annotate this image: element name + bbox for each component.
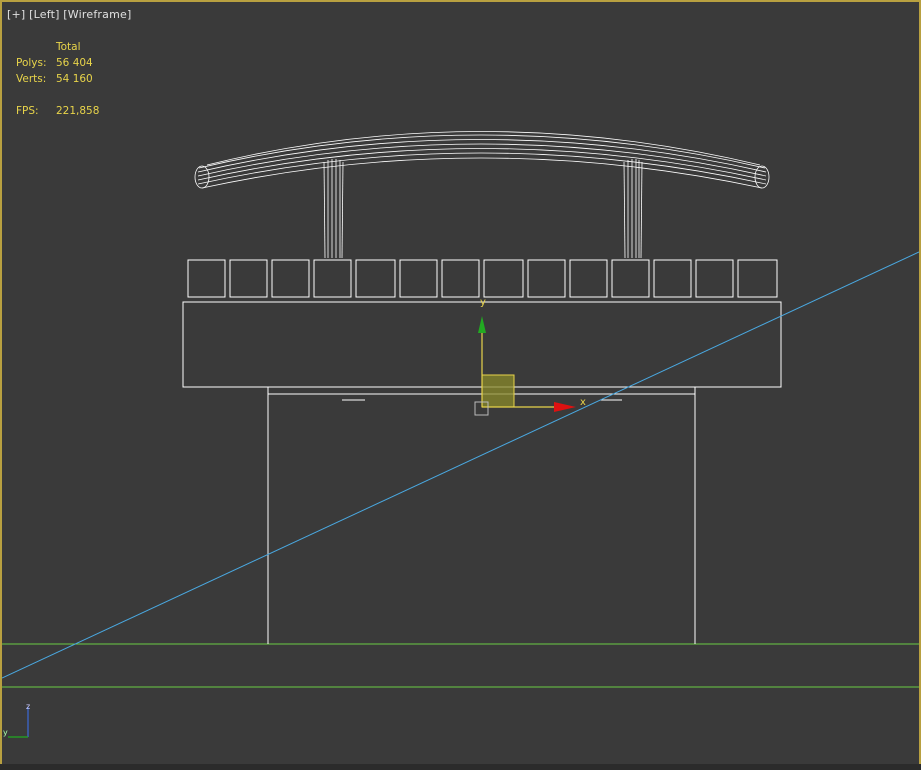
transform-gizmo[interactable]: y x — [474, 297, 586, 416]
gizmo-x-arrow[interactable] — [554, 402, 576, 412]
gizmo-x-label: x — [580, 397, 586, 408]
viewport-left[interactable]: [+] [Left] [Wireframe] Total Polys: 56 40… — [0, 0, 921, 770]
box-row[interactable] — [187, 259, 778, 298]
camera-target-line[interactable] — [2, 251, 919, 679]
handle-bar-wireframe[interactable] — [194, 131, 770, 189]
handle-post-right[interactable] — [623, 159, 643, 259]
base-body[interactable] — [267, 387, 696, 644]
tripod-z-label: z — [26, 702, 30, 711]
bottom-panel-edge — [0, 764, 921, 770]
tripod-y-label: y — [3, 728, 8, 737]
scene-wireframe[interactable]: y x z y — [2, 2, 919, 768]
axis-tripod: z y — [3, 702, 30, 738]
gizmo-y-label: y — [480, 297, 486, 308]
gizmo-y-arrow[interactable] — [478, 316, 486, 333]
handle-post-left[interactable] — [323, 159, 344, 259]
